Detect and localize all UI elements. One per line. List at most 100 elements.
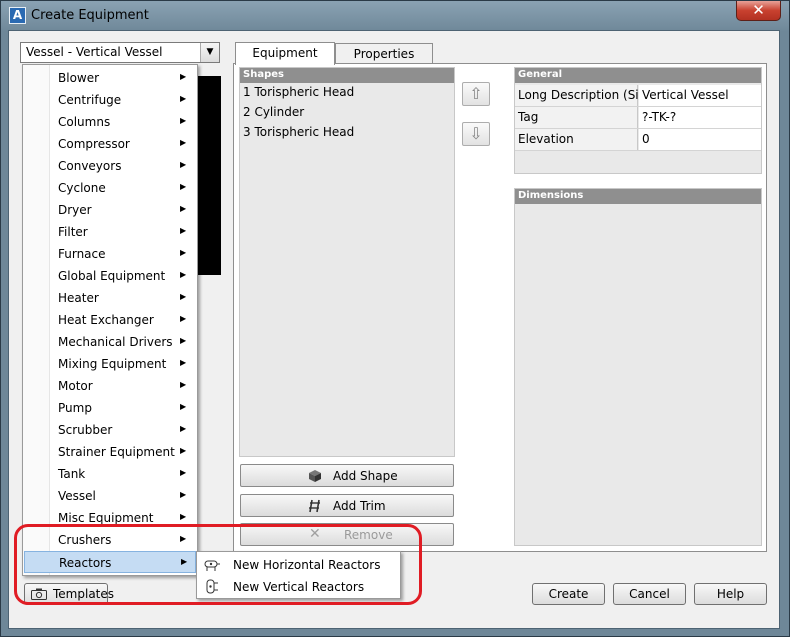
menu-item-filter[interactable]: Filter ▶ <box>24 221 196 243</box>
submenu-arrow-icon: ▶ <box>180 380 187 389</box>
long-description-field[interactable]: Vertical Vessel <box>639 85 761 106</box>
submenu-arrow-icon: ▶ <box>180 402 187 411</box>
menu-item-label: Columns <box>58 115 111 129</box>
cube-icon <box>309 470 321 482</box>
submenu-arrow-icon: ▶ <box>180 270 187 279</box>
create-button[interactable]: Create <box>532 583 605 605</box>
menu-item-label: Mechanical Drivers <box>58 335 173 349</box>
trim-icon <box>309 499 320 513</box>
title-bar[interactable]: A Create Equipment ✕ <box>1 1 789 31</box>
menu-item-scrubber[interactable]: Scrubber ▶ <box>24 419 196 441</box>
move-down-button[interactable]: ⇩ <box>462 122 490 146</box>
submenu-arrow-icon: ▶ <box>180 204 187 213</box>
menu-item-label: Compressor <box>58 137 130 151</box>
property-row: Elevation 0 <box>515 129 761 151</box>
menu-item-label: Dryer <box>58 203 92 217</box>
menu-item-label: Filter <box>58 225 88 239</box>
shapes-header: Shapes <box>240 68 454 83</box>
submenu-arrow-icon: ▶ <box>180 314 187 323</box>
add-shape-button[interactable]: Add Shape <box>240 464 454 487</box>
menu-item-dryer[interactable]: Dryer ▶ <box>24 199 196 221</box>
shape-item[interactable]: 2 Cylinder <box>243 105 304 119</box>
menu-item-compressor[interactable]: Compressor ▶ <box>24 133 196 155</box>
menu-item-pump[interactable]: Pump ▶ <box>24 397 196 419</box>
submenu-arrow-icon: ▶ <box>180 138 187 147</box>
menu-item-cyclone[interactable]: Cyclone ▶ <box>24 177 196 199</box>
equipment-type-value: Vessel - Vertical Vessel <box>26 45 163 59</box>
submenu-arrow-icon: ▶ <box>180 424 187 433</box>
menu-item-conveyors[interactable]: Conveyors ▶ <box>24 155 196 177</box>
submenu-arrow-icon: ▶ <box>180 468 187 477</box>
property-name: Tag <box>515 107 638 128</box>
menu-item-columns[interactable]: Columns ▶ <box>24 111 196 133</box>
menu-item-vessel[interactable]: Vessel ▶ <box>24 485 196 507</box>
submenu-arrow-icon: ▶ <box>180 512 187 521</box>
tab-equipment[interactable]: Equipment <box>235 42 335 65</box>
submenu-arrow-icon: ▶ <box>180 292 187 301</box>
autocad-app-icon: A <box>9 7 26 24</box>
submenu-arrow-icon: ▶ <box>180 182 187 191</box>
menu-item-motor[interactable]: Motor ▶ <box>24 375 196 397</box>
menu-item-strainer-equipment[interactable]: Strainer Equipment ▶ <box>24 441 196 463</box>
menu-item-label: Scrubber <box>58 423 113 437</box>
menu-item-heat-exchanger[interactable]: Heat Exchanger ▶ <box>24 309 196 331</box>
elevation-field[interactable]: 0 <box>639 129 761 150</box>
submenu-arrow-icon: ▶ <box>180 446 187 455</box>
submenu-arrow-icon: ▶ <box>180 358 187 367</box>
general-header: General <box>515 68 761 83</box>
arrow-up-icon: ⇧ <box>469 84 483 103</box>
help-button[interactable]: Help <box>694 583 767 605</box>
submenu-arrow-icon: ▶ <box>180 490 187 499</box>
menu-item-global-equipment[interactable]: Global Equipment ▶ <box>24 265 196 287</box>
annotation-highlight <box>14 524 422 605</box>
move-up-button[interactable]: ⇧ <box>462 82 490 106</box>
add-trim-label: Add Trim <box>333 499 386 513</box>
menu-item-tank[interactable]: Tank ▶ <box>24 463 196 485</box>
chevron-down-icon[interactable]: ▼ <box>200 43 219 62</box>
window-title: Create Equipment <box>31 8 149 23</box>
property-row: Long Description (Size) Vertical Vessel <box>515 85 761 107</box>
menu-item-label: Motor <box>58 379 93 393</box>
add-trim-button[interactable]: Add Trim <box>240 494 454 517</box>
menu-item-heater[interactable]: Heater ▶ <box>24 287 196 309</box>
shapes-list[interactable]: Shapes 1 Torispheric Head 2 Cylinder 3 T… <box>239 67 455 457</box>
shape-item[interactable]: 1 Torispheric Head <box>243 85 354 99</box>
menu-item-blower[interactable]: Blower ▶ <box>24 67 196 89</box>
menu-item-label: Mixing Equipment <box>58 357 167 371</box>
dimensions-header: Dimensions <box>515 189 761 204</box>
general-properties-grid: General Long Description (Size) Vertical… <box>514 67 762 174</box>
menu-item-centrifuge[interactable]: Centrifuge ▶ <box>24 89 196 111</box>
menu-item-label: Blower <box>58 71 100 85</box>
menu-item-label: Pump <box>58 401 92 415</box>
shape-item[interactable]: 3 Torispheric Head <box>243 125 354 139</box>
arrow-down-icon: ⇩ <box>469 124 483 143</box>
menu-item-label: Heat Exchanger <box>58 313 154 327</box>
submenu-arrow-icon: ▶ <box>180 336 187 345</box>
tag-field[interactable]: ?-TK-? <box>639 107 761 128</box>
menu-item-label: Centrifuge <box>58 93 122 107</box>
menu-item-label: Conveyors <box>58 159 122 173</box>
submenu-arrow-icon: ▶ <box>180 160 187 169</box>
submenu-arrow-icon: ▶ <box>180 226 187 235</box>
add-shape-label: Add Shape <box>333 469 398 483</box>
submenu-arrow-icon: ▶ <box>180 72 187 81</box>
menu-item-label: Furnace <box>58 247 106 261</box>
cancel-button[interactable]: Cancel <box>613 583 686 605</box>
menu-item-label: Strainer Equipment <box>58 445 175 459</box>
property-name: Long Description (Size) <box>515 85 657 106</box>
menu-item-label: Heater <box>58 291 99 305</box>
menu-item-label: Global Equipment <box>58 269 166 283</box>
menu-item-label: Vessel <box>58 489 96 503</box>
equipment-preview <box>196 76 221 275</box>
submenu-arrow-icon: ▶ <box>180 94 187 103</box>
submenu-arrow-icon: ▶ <box>180 248 187 257</box>
menu-item-mechanical-drivers[interactable]: Mechanical Drivers ▶ <box>24 331 196 353</box>
property-name: Elevation <box>515 129 638 150</box>
close-button[interactable]: ✕ <box>736 1 781 21</box>
property-row: Tag ?-TK-? <box>515 107 761 129</box>
menu-item-mixing-equipment[interactable]: Mixing Equipment ▶ <box>24 353 196 375</box>
equipment-type-dropdown[interactable]: Vessel - Vertical Vessel ▼ <box>20 42 220 63</box>
menu-item-furnace[interactable]: Furnace ▶ <box>24 243 196 265</box>
dimensions-grid: Dimensions <box>514 188 762 546</box>
tab-properties[interactable]: Properties <box>335 43 433 65</box>
